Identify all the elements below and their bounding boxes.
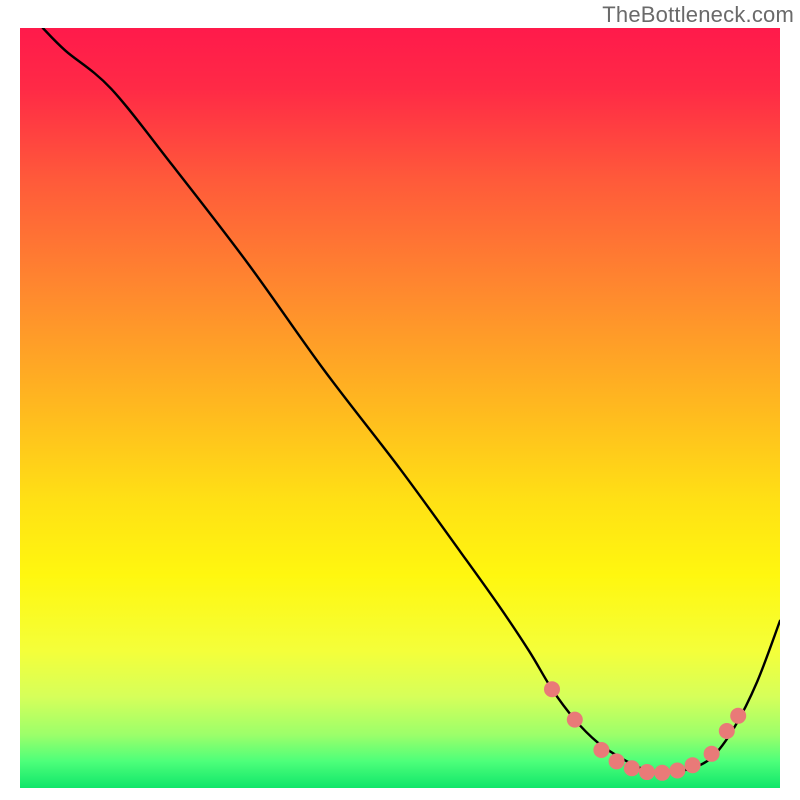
gradient-background — [20, 28, 780, 788]
curve-marker — [730, 708, 746, 724]
chart-svg — [20, 28, 780, 788]
curve-marker — [567, 712, 583, 728]
curve-marker — [654, 765, 670, 781]
curve-marker — [624, 760, 640, 776]
curve-marker — [704, 746, 720, 762]
curve-marker — [544, 681, 560, 697]
curve-marker — [593, 742, 609, 758]
curve-marker — [639, 764, 655, 780]
curve-marker — [685, 757, 701, 773]
curve-marker — [669, 763, 685, 779]
curve-marker — [609, 753, 625, 769]
plot-area — [20, 28, 780, 788]
curve-marker — [719, 723, 735, 739]
chart-container: TheBottleneck.com — [0, 0, 800, 800]
watermark-text: TheBottleneck.com — [602, 2, 794, 28]
